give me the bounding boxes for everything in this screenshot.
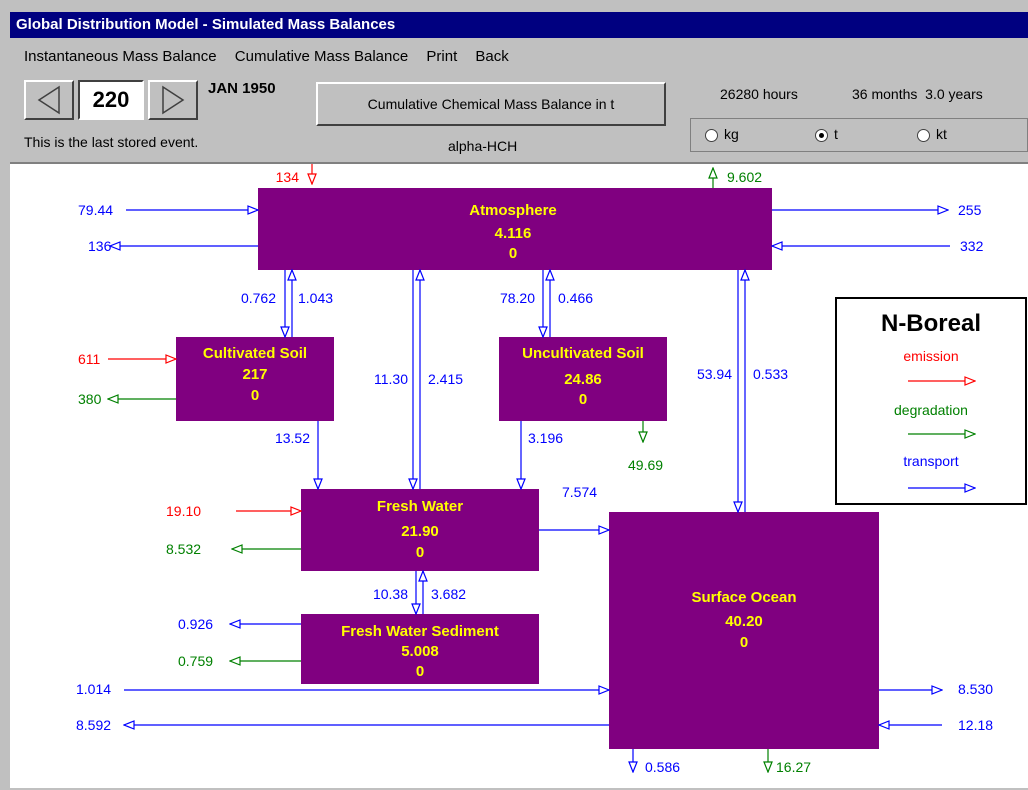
ocean-degradation-label: 16.27 xyxy=(776,759,811,775)
menu-instantaneous[interactable]: Instantaneous Mass Balance xyxy=(24,48,217,65)
ocean-out-right-label: 8.530 xyxy=(958,681,993,697)
flow-label: Surface Ocean xyxy=(691,589,796,606)
uncult-to-atm-label: 0.466 xyxy=(558,290,593,306)
atm-out-right-label: 255 xyxy=(958,202,982,218)
flow-label: 4.116 xyxy=(495,225,532,242)
event-number-field[interactable]: 220 xyxy=(78,80,144,120)
event-date: JAN 1950 xyxy=(208,80,276,97)
event-number: 220 xyxy=(92,87,130,112)
atm-in-left-label: 79.44 xyxy=(78,202,113,218)
cult-emission-label: 611 xyxy=(78,351,101,367)
cult-to-atm-label: 1.043 xyxy=(298,290,333,306)
menu-print[interactable]: Print xyxy=(426,48,457,65)
flow-label: 0 xyxy=(416,544,424,561)
sed-transport-label: 0.926 xyxy=(178,616,213,632)
ocean-in-left-label: 1.014 xyxy=(76,681,111,697)
unit-kt[interactable]: kt xyxy=(917,126,947,142)
atm-to-fw-label: 11.30 xyxy=(374,371,408,387)
mass-balance-canvas: Atmosphere 4.116 0 Cultivated Soil 217 0… xyxy=(10,162,1028,788)
flow-label: 0 xyxy=(740,634,748,651)
fw-degradation-label: 8.532 xyxy=(166,541,201,557)
compartment-rect xyxy=(609,512,879,749)
atm-to-uncult-label: 78.20 xyxy=(500,290,535,306)
cult-degradation-label: 380 xyxy=(78,391,102,407)
ocean-in-right-label: 12.18 xyxy=(958,717,993,733)
cultivated-soil-box: Cultivated Soil 217 0 xyxy=(176,337,334,421)
right-triangle-icon xyxy=(162,85,185,115)
uncultivated-soil-box: Uncultivated Soil 24.86 0 xyxy=(499,337,667,421)
flow-label: degradation xyxy=(894,402,968,418)
next-event-button[interactable] xyxy=(148,80,198,120)
sed-to-fw-label: 3.682 xyxy=(431,586,466,602)
surface-ocean-box: Surface Ocean 40.20 0 xyxy=(609,512,879,749)
flow-label: 24.86 xyxy=(564,371,602,388)
atm-out-left-label: 136 xyxy=(88,238,112,254)
flow-label: N-Boreal xyxy=(881,310,981,337)
menu-bar: Instantaneous Mass Balance Cumulative Ma… xyxy=(10,44,1028,70)
cult-to-fw-label: 13.52 xyxy=(275,430,310,446)
previous-event-button[interactable] xyxy=(24,80,74,120)
menu-cumulative[interactable]: Cumulative Mass Balance xyxy=(235,48,408,65)
left-triangle-icon xyxy=(37,85,60,115)
flow-label: Atmosphere xyxy=(469,202,557,219)
atm-emission-label: 134 xyxy=(276,169,300,185)
radio-kg[interactable] xyxy=(705,128,718,142)
menu-back[interactable]: Back xyxy=(475,48,508,65)
atm-to-cult-label: 0.762 xyxy=(241,290,276,306)
fresh-water-sediment-box: Fresh Water Sediment 5.008 0 xyxy=(301,614,539,684)
radio-kt[interactable] xyxy=(917,128,930,142)
unit-t[interactable]: t xyxy=(815,126,838,142)
flow-label: 0 xyxy=(509,245,517,262)
flow-label: Fresh Water Sediment xyxy=(341,623,499,640)
atmosphere-box: Atmosphere 4.116 0 xyxy=(258,188,772,270)
sed-degradation-label: 0.759 xyxy=(178,653,213,669)
fw-to-sed-label: 10.38 xyxy=(373,586,408,602)
flow-label: Fresh Water xyxy=(377,498,463,515)
ocean-to-atm-label: 0.533 xyxy=(753,366,788,382)
radio-t[interactable] xyxy=(815,128,828,142)
status-text: This is the last stored event. xyxy=(24,134,199,150)
fw-emission-label: 19.10 xyxy=(166,503,201,519)
flow-label: 0 xyxy=(416,663,424,680)
legend: N-Boreal emission degradation transport xyxy=(835,297,1027,505)
flow-label: 21.90 xyxy=(401,523,439,540)
unit-kg[interactable]: kg xyxy=(705,126,739,142)
flow-label: 40.20 xyxy=(725,613,763,630)
atm-to-ocean-label: 53.94 xyxy=(697,366,732,382)
months-years-readout: 36 months 3.0 years xyxy=(852,86,983,102)
flow-label: emission xyxy=(903,348,958,364)
flow-label: transport xyxy=(903,453,958,469)
flow-label: 5.008 xyxy=(401,643,439,660)
atm-degradation-label: 9.602 xyxy=(727,169,762,185)
atm-in-right-label: 332 xyxy=(960,238,984,254)
fw-to-atm-label: 2.415 xyxy=(428,371,463,387)
mode-button[interactable]: Cumulative Chemical Mass Balance in t xyxy=(316,82,666,126)
unit-selector: kg t kt xyxy=(690,118,1028,152)
window-title: Global Distribution Model - Simulated Ma… xyxy=(10,12,1028,38)
ocean-sink-label: 0.586 xyxy=(645,759,680,775)
mode-button-label: Cumulative Chemical Mass Balance in t xyxy=(367,96,615,112)
ocean-out-left-label: 8.592 xyxy=(76,717,111,733)
flow-label: 217 xyxy=(242,366,267,383)
flow-label: 0 xyxy=(251,387,259,404)
fresh-water-box: Fresh Water 21.90 0 xyxy=(301,489,539,571)
fw-to-ocean-label: 7.574 xyxy=(562,484,597,500)
flow-label: Uncultivated Soil xyxy=(522,345,644,362)
flow-label: 0 xyxy=(579,391,587,408)
hours-readout: 26280 hours xyxy=(720,86,798,102)
uncult-degradation-label: 49.69 xyxy=(628,457,663,473)
chemical-name: alpha-HCH xyxy=(448,138,518,154)
uncult-to-fw-label: 3.196 xyxy=(528,430,563,446)
flow-label: Cultivated Soil xyxy=(203,345,307,362)
